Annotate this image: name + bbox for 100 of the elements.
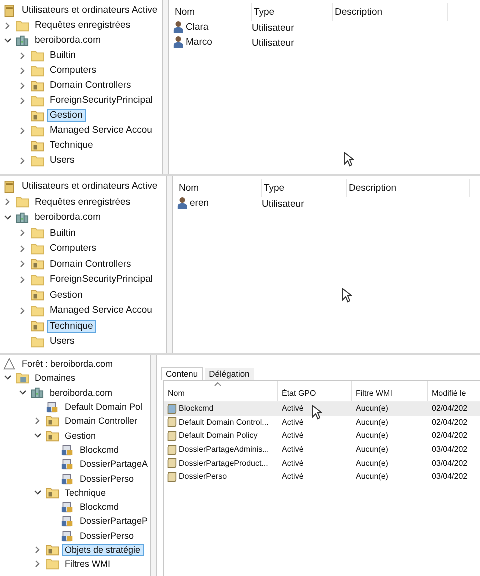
tree-item[interactable]: Gestion — [47, 288, 86, 302]
list-item[interactable]: Clara — [173, 21, 209, 33]
chevron-right-icon[interactable] — [35, 417, 41, 426]
tree-item[interactable]: Blockcmd — [77, 444, 122, 456]
tree-item[interactable]: Blockcmd — [77, 501, 122, 514]
tree-item[interactable]: Users — [47, 335, 78, 348]
tree-item[interactable]: Computers — [47, 242, 100, 256]
chevron-down-icon[interactable] — [4, 38, 12, 44]
book-icon — [3, 4, 16, 16]
list-row[interactable]: DossierPerso Activé Aucun(e) 03/04/202 — [164, 470, 480, 484]
table-cell: 02/04/202 — [432, 431, 468, 440]
chevron-right-icon[interactable] — [35, 560, 41, 568]
chevron-down-icon[interactable] — [19, 390, 27, 396]
folder-icon — [31, 336, 44, 348]
chevron-right-icon[interactable] — [20, 52, 26, 60]
chevron-right-icon[interactable] — [5, 198, 11, 206]
folder-icon — [46, 415, 59, 428]
table-cell: Aucun(e) — [356, 458, 388, 468]
column-header[interactable]: Type — [262, 179, 347, 197]
tree-item[interactable]: DossierPartageA — [77, 458, 150, 470]
list-row[interactable]: Default Domain Policy Activé Aucun(e) 02/04/202 — [164, 429, 480, 443]
list-row[interactable]: DossierPartageProduct... Activé Aucun(e) 03/04/202 — [164, 456, 480, 470]
tree-item[interactable]: DossierPerso — [77, 472, 138, 485]
list-row[interactable]: DossierPartageAdminis... Activé Aucun(e) 03/04/202 — [164, 442, 480, 456]
table-cell: Activé — [282, 418, 304, 427]
tree-item[interactable]: beroiborda.com — [32, 211, 104, 224]
tree-item[interactable]: Gestion — [62, 430, 100, 442]
tree-item[interactable]: Utilisateurs et ordinateurs Active — [19, 4, 161, 17]
list-item[interactable]: eren — [177, 197, 210, 209]
tree-item[interactable]: Requêtes enregistrées — [32, 19, 134, 32]
tree-item[interactable]: Objets de stratégie — [62, 544, 144, 556]
folder-icon — [31, 94, 44, 106]
tree-item[interactable]: beroiborda.com — [32, 34, 104, 47]
tree-item[interactable]: Managed Service Accou — [47, 304, 156, 318]
tree-item[interactable]: DossierPerso — [77, 530, 138, 542]
list-item[interactable]: Marco — [173, 36, 212, 48]
column-header[interactable]: Nom — [177, 179, 262, 197]
chevron-right-icon[interactable] — [20, 66, 26, 74]
column-header[interactable]: Modifié le — [428, 381, 480, 401]
tree-item[interactable]: Requêtes enregistrées — [32, 196, 134, 209]
list-row[interactable]: Default Domain Control... Activé Aucun(e) 02/04/202 — [164, 416, 480, 430]
tree-item[interactable]: Domaines — [32, 372, 79, 384]
tab[interactable]: Délégation — [205, 368, 254, 380]
chevron-down-icon[interactable] — [34, 490, 42, 496]
tree-item[interactable]: Utilisateurs et ordinateurs Active — [19, 180, 161, 194]
chevron-right-icon[interactable] — [20, 306, 26, 315]
tree-item[interactable]: Builtin — [47, 226, 79, 240]
scroll-icon — [167, 430, 177, 441]
tree-item[interactable]: Technique — [47, 139, 96, 152]
tree-item[interactable]: Technique — [47, 320, 96, 333]
gpo-name: DossierPerso — [179, 472, 228, 482]
chevron-down-icon[interactable] — [4, 214, 12, 221]
column-header[interactable]: Filtre WMI — [352, 381, 428, 401]
chevron-right-icon[interactable] — [20, 96, 26, 104]
scroll-icon — [167, 444, 177, 455]
tree-item[interactable]: Domain Controllers — [47, 258, 134, 271]
table-cell: Utilisateur — [252, 23, 294, 34]
column-header[interactable]: Nom — [164, 381, 278, 401]
chevron-right-icon[interactable] — [20, 276, 26, 284]
chevron-right-icon[interactable] — [20, 229, 26, 238]
chevron-right-icon[interactable] — [5, 22, 11, 30]
scroll-icon — [61, 515, 74, 528]
user-icon — [177, 197, 188, 209]
tree-item[interactable]: Builtin — [47, 49, 79, 62]
tree-item[interactable]: Filtres WMI — [62, 558, 114, 570]
tree-item[interactable]: Gestion — [47, 109, 86, 122]
tree-item[interactable]: Technique — [62, 486, 110, 499]
tree-item[interactable]: beroiborda.com — [47, 386, 116, 399]
tree-item[interactable]: Managed Service Accou — [47, 124, 156, 137]
tree-item[interactable]: Default Domain Pol — [62, 401, 146, 414]
column-header[interactable]: Description — [347, 179, 470, 197]
tree-item[interactable]: Domain Controllers — [47, 79, 134, 92]
tree-item[interactable]: Users — [47, 154, 78, 167]
scroll-icon — [167, 417, 177, 428]
column-header[interactable]: État GPO — [278, 381, 352, 401]
gpo-name: Default Domain Policy — [179, 431, 258, 440]
tree-item[interactable]: ForeignSecurityPrincipal — [47, 94, 156, 107]
chevron-right-icon[interactable] — [20, 244, 26, 253]
column-header[interactable]: Description — [333, 3, 448, 21]
table-cell: Aucun(e) — [356, 445, 388, 454]
tree-item[interactable]: Domain Controller — [62, 415, 141, 428]
list-row[interactable]: Blockcmd Activé Aucun(e) 02/04/202 — [164, 402, 480, 416]
chevron-right-icon[interactable] — [20, 156, 26, 164]
chevron-down-icon[interactable] — [34, 432, 42, 439]
triangle-icon — [3, 358, 16, 370]
scroll-icon — [61, 472, 74, 485]
tree-item[interactable]: Forêt : beroiborda.com — [19, 358, 116, 370]
chevron-right-icon[interactable] — [35, 546, 41, 554]
tree-item[interactable]: DossierPartageP — [77, 515, 150, 528]
chevron-right-icon[interactable] — [20, 260, 26, 268]
tab[interactable]: Contenu — [161, 367, 204, 380]
column-header[interactable]: Type — [252, 3, 333, 21]
chevron-down-icon[interactable] — [4, 375, 12, 382]
folder-icon — [31, 289, 44, 302]
tree-item[interactable]: Computers — [47, 64, 100, 77]
chevron-right-icon[interactable] — [20, 126, 26, 134]
chevron-right-icon[interactable] — [20, 82, 26, 90]
tree-item[interactable]: ForeignSecurityPrincipal — [47, 273, 156, 286]
gpo-name: Default Domain Control... — [179, 418, 269, 427]
column-header[interactable]: Nom — [173, 3, 252, 21]
